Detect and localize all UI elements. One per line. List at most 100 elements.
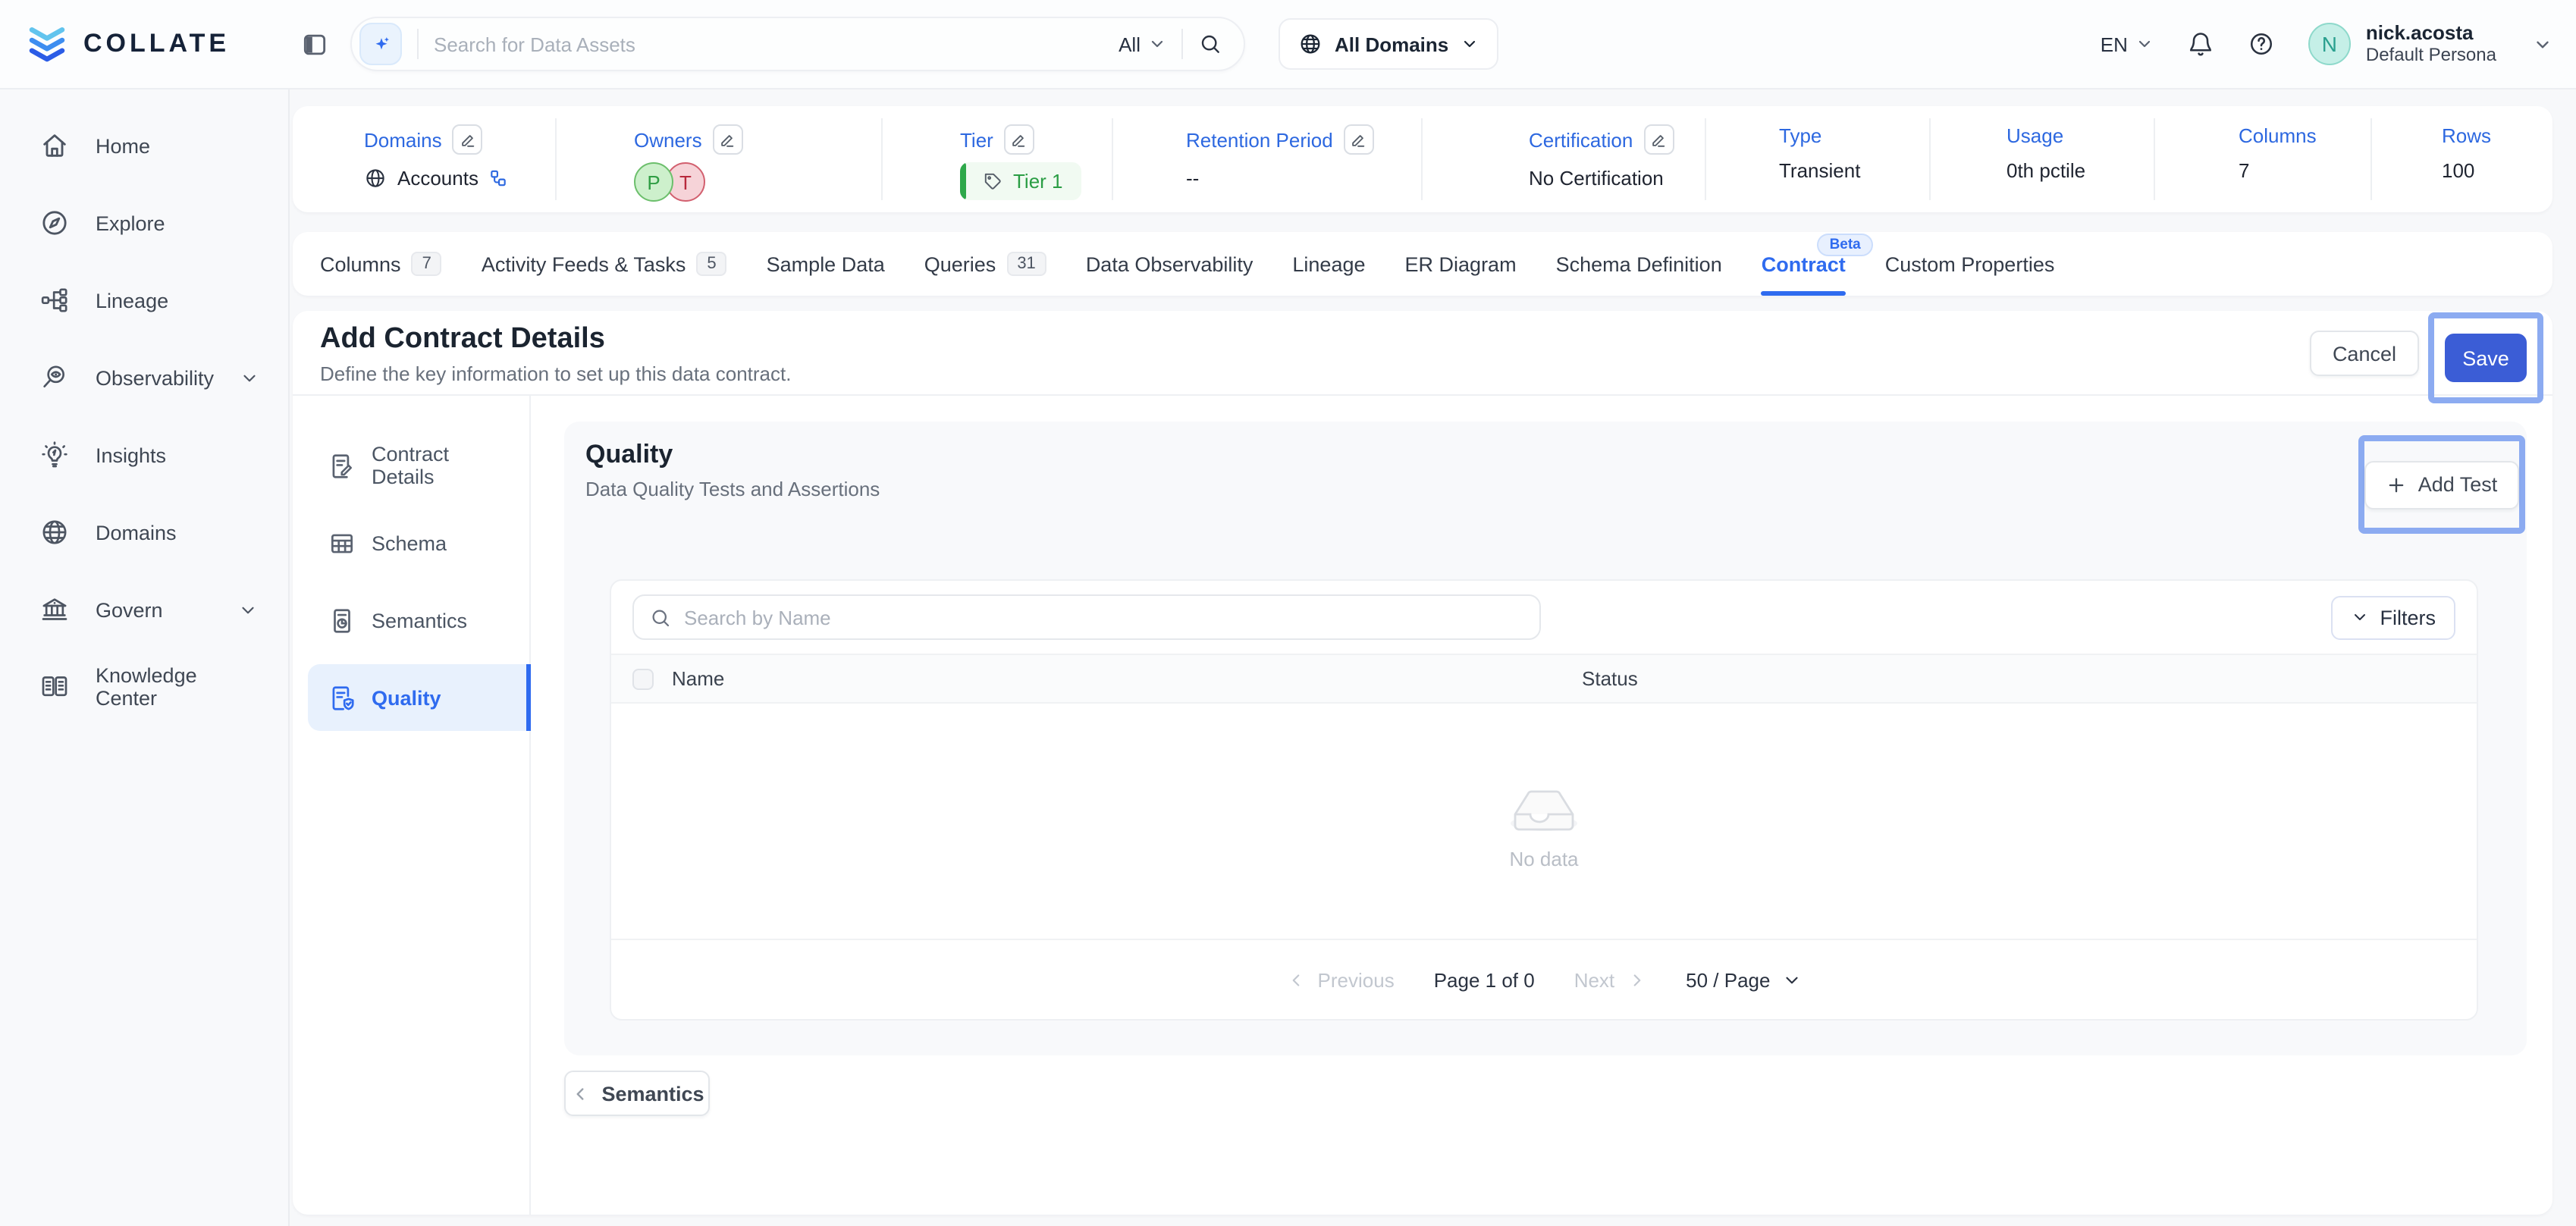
quality-subtitle: Data Quality Tests and Assertions <box>585 478 880 500</box>
retention-label: Retention Period <box>1186 128 1333 151</box>
lineage-icon <box>39 285 70 315</box>
tab-label: Schema Definition <box>1556 252 1722 275</box>
sidebar-item-label: Govern <box>96 598 163 621</box>
step-quality[interactable]: Quality <box>308 664 531 731</box>
meta-type: Type Transient <box>1779 124 1860 182</box>
all-domains-dropdown[interactable]: All Domains <box>1279 18 1498 70</box>
divider <box>2154 118 2155 200</box>
domains-value[interactable]: Accounts <box>364 167 509 190</box>
hierarchy-icon[interactable] <box>489 168 509 188</box>
sidebar-item-govern[interactable]: Govern <box>0 575 288 644</box>
tab-contract[interactable]: ContractBeta <box>1762 232 1846 296</box>
domains-value-text: Accounts <box>397 167 478 190</box>
step-schema[interactable]: Schema <box>308 510 529 576</box>
filters-button[interactable]: Filters <box>2332 595 2456 639</box>
collate-logo-icon <box>24 21 70 67</box>
app-window: COLLATE All All Domains <box>0 0 2576 1226</box>
sidebar-item-observability[interactable]: Observability <box>0 343 288 412</box>
name-search-input[interactable] <box>684 606 1524 629</box>
search-scope-value: All <box>1119 33 1141 55</box>
name-column-header: Name <box>672 667 1582 690</box>
back-to-semantics-button[interactable]: Semantics <box>564 1071 710 1116</box>
sidebar-item-label: Explore <box>96 212 165 234</box>
divider <box>881 118 883 200</box>
step-label: Contract Details <box>372 443 514 488</box>
sidebar-item-label: Knowledge Center <box>96 664 258 710</box>
quality-pane: Quality Data Quality Tests and Assertion… <box>531 396 2552 1215</box>
columns-label: Columns <box>2239 124 2317 147</box>
sidebar-item-domains[interactable]: Domains <box>0 497 288 567</box>
previous-page-button[interactable]: Previous <box>1286 968 1395 991</box>
next-page-button[interactable]: Next <box>1574 968 1646 991</box>
table-grid-icon <box>328 528 356 557</box>
search-icon[interactable] <box>1198 32 1222 56</box>
tab-er-diagram[interactable]: ER Diagram <box>1405 232 1517 296</box>
chevron-down-icon <box>240 368 259 387</box>
plus-icon <box>2386 474 2408 495</box>
edit-retention-button[interactable] <box>1344 124 1374 155</box>
language-dropdown[interactable]: EN <box>2101 33 2154 55</box>
divider <box>1929 118 1931 200</box>
sidebar-item-home[interactable]: Home <box>0 111 288 180</box>
select-all-checkbox[interactable] <box>632 668 654 689</box>
ai-sparkle-icon[interactable] <box>359 23 402 65</box>
tab-columns[interactable]: Columns7 <box>320 232 442 296</box>
chevron-down-icon <box>2352 608 2370 626</box>
chevron-down-icon <box>238 600 258 619</box>
tab-activity-feeds[interactable]: Activity Feeds & Tasks5 <box>482 232 727 296</box>
name-search-box[interactable] <box>632 594 1541 640</box>
help-icon[interactable] <box>2248 30 2275 58</box>
search-scope-dropdown[interactable]: All <box>1119 33 1166 55</box>
table-header-row: Name Status <box>611 654 2477 704</box>
sidebar-item-explore[interactable]: Explore <box>0 188 288 258</box>
cancel-button[interactable]: Cancel <box>2310 331 2419 376</box>
step-contract-details[interactable]: Contract Details <box>308 432 529 499</box>
navbar-right: EN N nick.acosta Default Persona <box>2101 21 2552 67</box>
meta-certification: Certification No Certification <box>1529 124 1674 190</box>
save-button[interactable]: Save <box>2445 334 2527 382</box>
chevron-left-icon <box>1286 970 1306 989</box>
columns-value: 7 <box>2239 159 2249 182</box>
tab-lineage[interactable]: Lineage <box>1292 232 1365 296</box>
add-test-label: Add Test <box>2418 473 2498 496</box>
meta-owners: Owners P T <box>634 124 743 202</box>
tab-sample-data[interactable]: Sample Data <box>767 232 885 296</box>
global-search-bar[interactable]: All <box>350 17 1245 71</box>
all-domains-label: All Domains <box>1335 33 1448 55</box>
sidebar-item-lineage[interactable]: Lineage <box>0 265 288 335</box>
sidebar-item-insights[interactable]: Insights <box>0 420 288 490</box>
sidebar-toggle-icon[interactable] <box>300 30 329 58</box>
page-title: Add Contract Details <box>320 323 791 356</box>
tier-value: Tier 1 <box>1013 170 1063 193</box>
beta-badge: Beta <box>1818 234 1873 256</box>
tier-badge: Tier 1 <box>960 162 1081 200</box>
edit-tier-button[interactable] <box>1004 124 1034 155</box>
user-menu[interactable]: N nick.acosta Default Persona <box>2308 21 2552 67</box>
tab-count: 31 <box>1006 252 1046 276</box>
global-search-input[interactable] <box>434 33 1119 55</box>
add-test-button[interactable]: Add Test <box>2365 460 2519 509</box>
edit-domains-button[interactable] <box>453 124 483 155</box>
tab-queries[interactable]: Queries31 <box>924 232 1046 296</box>
page-size-dropdown[interactable]: 50 / Page <box>1686 968 1802 991</box>
divider <box>555 118 557 200</box>
tab-schema-definition[interactable]: Schema Definition <box>1556 232 1722 296</box>
certification-value: No Certification <box>1529 167 1664 190</box>
meta-usage: Usage 0th pctile <box>2007 124 2085 182</box>
edit-owners-button[interactable] <box>713 124 743 155</box>
step-semantics[interactable]: Semantics <box>308 587 529 654</box>
sidebar-item-knowledge-center[interactable]: Knowledge Center <box>0 652 288 722</box>
pagination: Previous Page 1 of 0 Next 50 / Page <box>611 939 2477 1019</box>
pencil-icon <box>720 131 736 148</box>
tab-custom-properties[interactable]: Custom Properties <box>1885 232 2055 296</box>
owner-avatar[interactable]: P <box>634 162 673 202</box>
tab-label: Lineage <box>1292 252 1365 275</box>
globe-icon <box>364 167 387 190</box>
tab-data-observability[interactable]: Data Observability <box>1086 232 1253 296</box>
sidebar-item-label: Home <box>96 134 150 157</box>
edit-certification-button[interactable] <box>1643 124 1674 155</box>
left-sidebar: Home Explore Lineage Observability Insig… <box>0 89 290 1226</box>
collate-logo[interactable]: COLLATE <box>24 21 279 67</box>
chevron-down-icon <box>2135 35 2154 53</box>
notifications-bell-icon[interactable] <box>2187 30 2214 58</box>
